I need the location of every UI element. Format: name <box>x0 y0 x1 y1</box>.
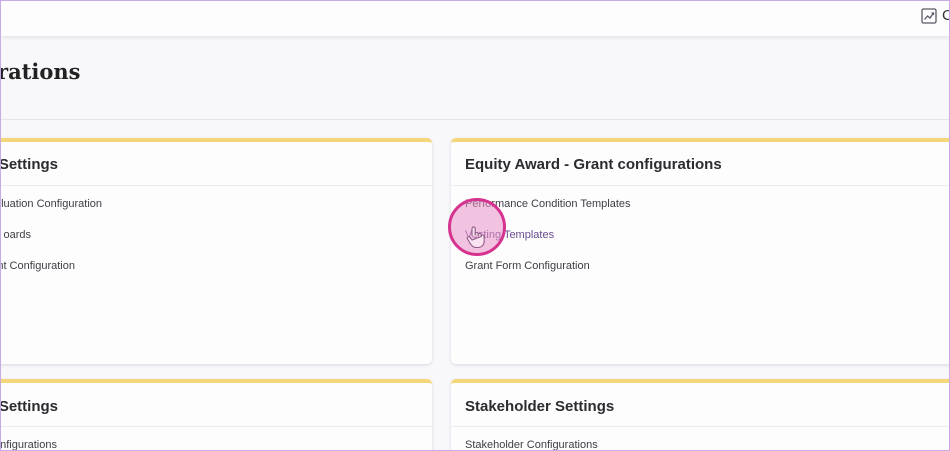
title-divider <box>1 119 949 120</box>
equity-award-grant-card: Equity Award - Grant configurations Perf… <box>451 138 949 364</box>
grant-form-configuration-link[interactable]: Grant Form Configuration <box>465 260 590 272</box>
card-title: Equity Award - Grant configurations <box>465 156 722 173</box>
account-configuration-link[interactable]: nt Configuration <box>1 260 75 272</box>
settings-card-lower: o Settings onfigurations <box>0 379 432 450</box>
dashboards-link[interactable]: oards <box>3 229 31 241</box>
user-menu-label[interactable]: C <box>942 7 949 24</box>
stakeholder-settings-card: Stakeholder Settings Stakeholder Configu… <box>451 379 949 450</box>
card-header: l Settings <box>0 142 432 186</box>
app-window: C rations l Settings luation Configurati… <box>0 0 950 451</box>
card-title: o Settings <box>0 398 58 415</box>
card-header: o Settings <box>0 383 432 427</box>
card-title: Stakeholder Settings <box>465 398 615 415</box>
top-bar: C <box>1 1 949 36</box>
card-header: Stakeholder Settings <box>451 383 949 427</box>
card-header: Equity Award - Grant configurations <box>451 142 949 186</box>
page-title: rations <box>0 59 81 84</box>
vesting-templates-link[interactable]: Vesting Templates <box>465 229 554 241</box>
card-title: l Settings <box>0 156 58 173</box>
valuation-configuration-link[interactable]: luation Configuration <box>1 198 102 210</box>
performance-condition-templates-link[interactable]: Performance Condition Templates <box>465 198 631 210</box>
settings-card: l Settings luation Configuration oards n… <box>0 138 432 364</box>
chart-icon[interactable] <box>921 8 937 24</box>
stakeholder-configurations-link[interactable]: Stakeholder Configurations <box>465 439 598 450</box>
configurations-link[interactable]: onfigurations <box>1 439 57 450</box>
